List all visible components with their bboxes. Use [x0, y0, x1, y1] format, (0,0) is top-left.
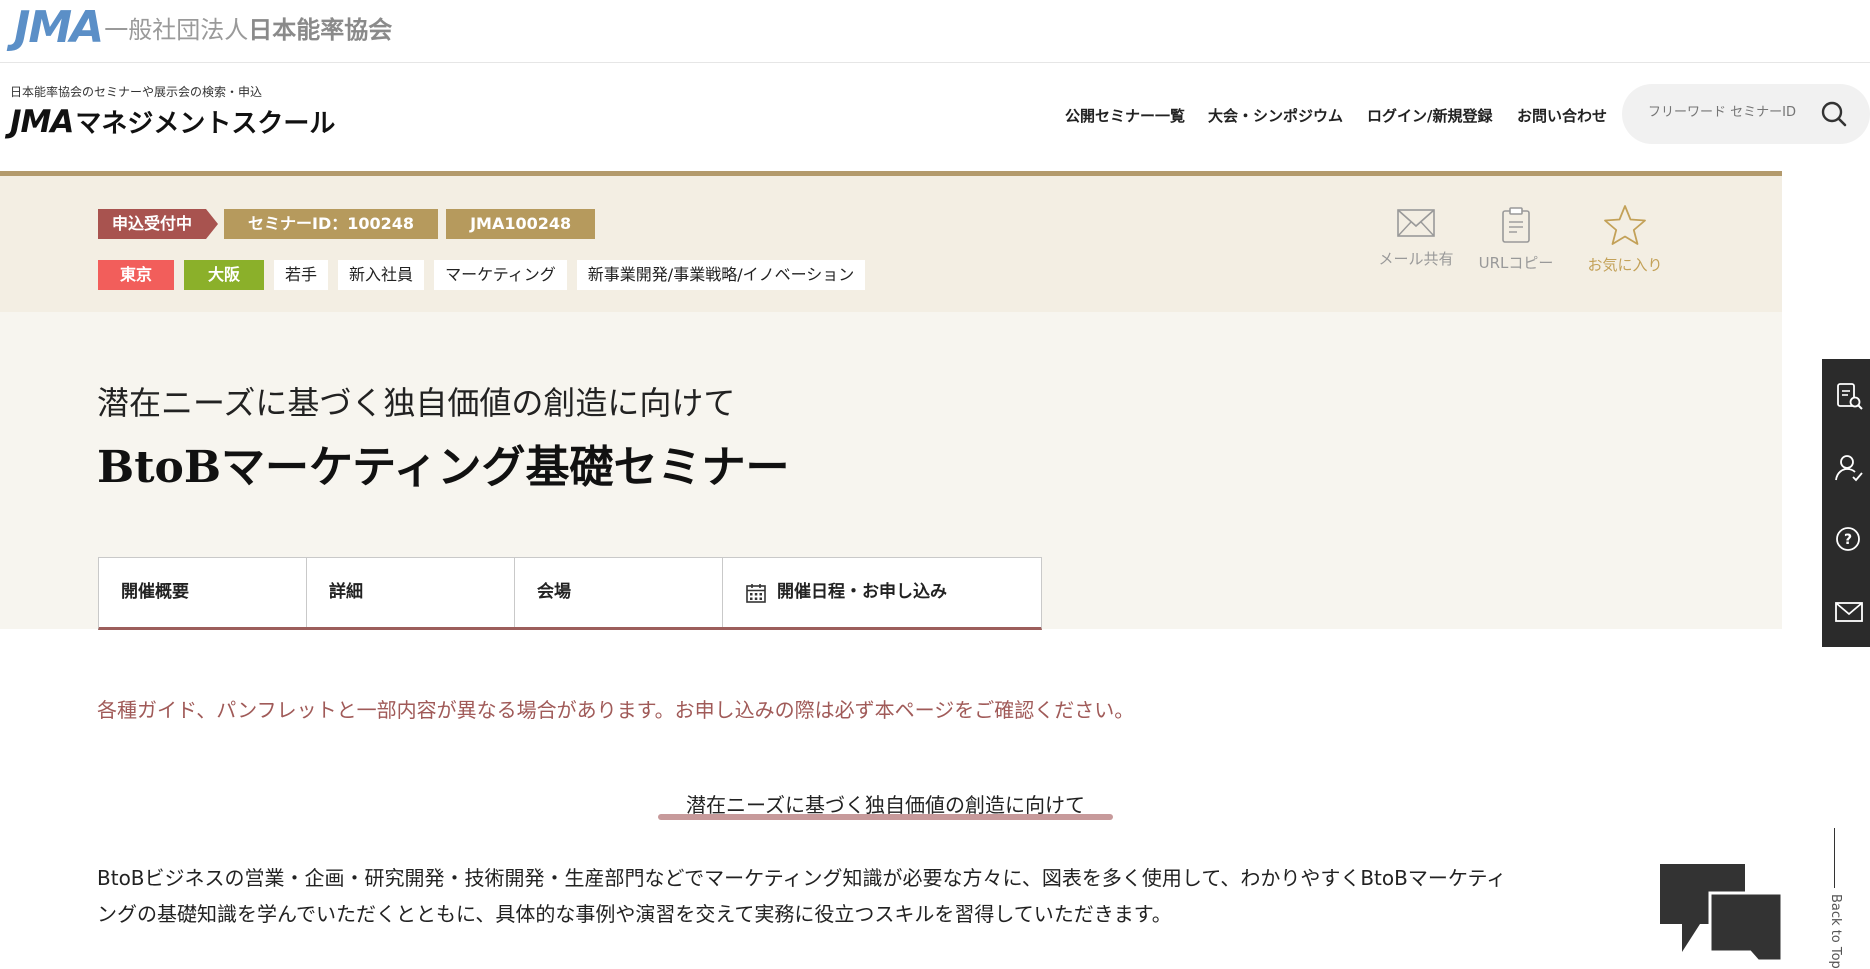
user-check-icon — [1835, 455, 1863, 482]
back-to-top-button[interactable]: Back to Top — [1820, 828, 1870, 969]
corp-org-name: 一般社団法人日本能率協会 — [104, 16, 393, 44]
seminar-subtitle: 潜在ニーズに基づく独自価値の創造に向けて — [97, 384, 736, 422]
tab-schedule-apply[interactable]: 開催日程・お申し込み — [723, 558, 1041, 627]
envelope-icon — [1835, 602, 1863, 622]
calendar-icon — [746, 583, 766, 603]
search-icon[interactable] — [1820, 100, 1848, 128]
site-tagline: 日本能率協会のセミナーや展示会の検索・申込 — [10, 85, 263, 99]
tag-new-employee[interactable]: 新入社員 — [338, 260, 425, 290]
favorite-button[interactable]: お気に入り — [1582, 204, 1668, 275]
seminar-status-row: 申込受付中 セミナーID：100248 JMA100248 — [98, 209, 596, 239]
seminar-tabs: 開催概要 詳細 会場 開催日程・お申し込み — [98, 557, 1042, 630]
tag-new-business[interactable]: 新事業開発/事業戦略/イノベーション — [576, 260, 866, 290]
section-heading-underline — [658, 814, 1113, 820]
search-input[interactable] — [1646, 104, 1820, 121]
back-to-top-label: Back to Top — [1828, 894, 1843, 969]
tab-details[interactable]: 詳細 — [307, 558, 515, 627]
intro-paragraph: BtoBビジネスの営業・企画・研究開発・技術開発・生産部門などでマーケティング知… — [97, 860, 1657, 932]
document-search-icon — [1837, 383, 1863, 410]
corp-logo-mark: JMA — [14, 2, 104, 53]
logo-mark: JMA — [10, 104, 74, 140]
sidebar-account[interactable] — [1822, 431, 1870, 503]
management-school-logo[interactable]: JMA マネジメントスクール — [10, 103, 335, 140]
nav-seminar-list[interactable]: 公開セミナー一覧 — [1065, 105, 1185, 126]
url-copy-label: URLコピー — [1478, 254, 1554, 272]
tab-schedule-apply-label: 開催日程・お申し込み — [777, 582, 947, 602]
sidebar-mail[interactable] — [1822, 575, 1870, 647]
tag-marketing[interactable]: マーケティング — [434, 260, 567, 290]
site-header: 日本能率協会のセミナーや展示会の検索・申込 JMA マネジメントスクール 公開セ… — [0, 63, 1870, 171]
sidebar-help[interactable]: ? — [1822, 503, 1870, 575]
tag-young[interactable]: 若手 — [274, 260, 329, 290]
nav-symposium[interactable]: 大会・シンポジウム — [1208, 105, 1343, 126]
status-badge: 申込受付中 — [98, 209, 219, 239]
sidebar-search-doc[interactable] — [1822, 359, 1870, 431]
tab-overview[interactable]: 開催概要 — [99, 558, 307, 627]
nav-login[interactable]: ログイン/新規登録 — [1367, 105, 1492, 126]
star-icon — [1604, 205, 1646, 245]
chat-icon[interactable] — [1660, 864, 1782, 961]
seminar-tag-row: 東京 大阪 若手 新入社員 マーケティング 新事業開発/事業戦略/イノベーション — [98, 260, 866, 290]
mail-icon — [1397, 209, 1435, 237]
tab-venue[interactable]: 会場 — [515, 558, 723, 627]
seminar-id-badge: セミナーID：100248 — [224, 209, 439, 239]
back-to-top-line — [1834, 828, 1835, 888]
hero-section: 潜在ニーズに基づく独自価値の創造に向けて BtoBマーケティング基礎セミナー 開… — [0, 312, 1782, 630]
svg-text:?: ? — [1844, 532, 1852, 548]
jma-corporate-logo[interactable]: JMA 一般社団法人日本能率協会 — [14, 6, 392, 50]
seminar-title: BtoBマーケティング基礎セミナー — [97, 442, 790, 493]
search-box — [1622, 84, 1870, 144]
mail-share-label: メール共有 — [1378, 250, 1454, 268]
seminar-code-badge: JMA100248 — [446, 209, 596, 239]
tag-osaka[interactable]: 大阪 — [184, 260, 265, 290]
floating-sidebar: ? — [1822, 359, 1870, 647]
logo-text: マネジメントスクール — [75, 109, 336, 139]
tag-tokyo[interactable]: 東京 — [98, 260, 175, 290]
seminar-info-band: 申込受付中 セミナーID：100248 JMA100248 東京 大阪 若手 新… — [0, 171, 1782, 317]
mail-share-button[interactable]: メール共有 — [1376, 206, 1456, 269]
help-icon: ? — [1836, 527, 1860, 551]
nav-contact[interactable]: お問い合わせ — [1517, 105, 1607, 126]
clipboard-icon — [1502, 207, 1530, 243]
corporate-bar: JMA 一般社団法人日本能率協会 — [0, 0, 1870, 63]
intro-line-1: BtoBビジネスの営業・企画・研究開発・技術開発・生産部門などでマーケティング知… — [97, 866, 1507, 890]
intro-line-2: ングの基礎知識を学んでいただくとともに、具体的な事例や演習を交えて実務に役立つス… — [97, 902, 1172, 926]
notice-text: 各種ガイド、パンフレットと一部内容が異なる場合があります。お申し込みの際は必ず本… — [97, 698, 1135, 722]
favorite-label: お気に入り — [1587, 256, 1663, 274]
url-copy-button[interactable]: URLコピー — [1474, 206, 1558, 273]
